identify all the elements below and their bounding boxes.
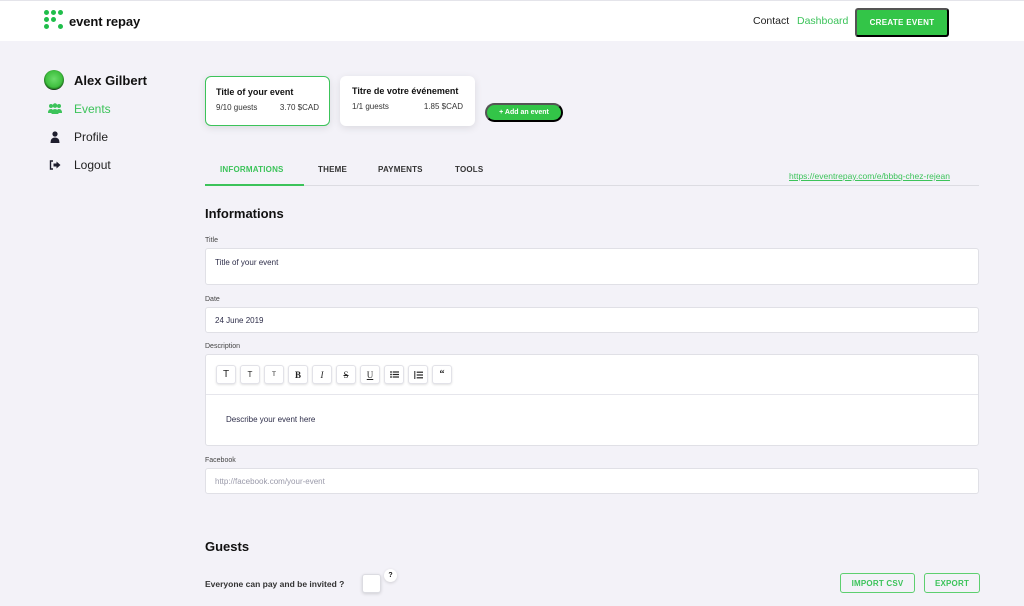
sidebar-item-events[interactable]: Events bbox=[48, 102, 111, 116]
brand-logo[interactable]: event repay bbox=[44, 10, 140, 29]
underline-button[interactable]: U bbox=[360, 365, 380, 384]
heading-medium-button[interactable]: T bbox=[240, 365, 260, 384]
active-tab-indicator bbox=[205, 184, 304, 186]
event-card-title: Titre de votre événement bbox=[352, 86, 459, 96]
bulleted-list-icon bbox=[389, 371, 399, 378]
logo-dots-icon bbox=[44, 10, 63, 29]
editor-toolbar: T T T B I S U “ bbox=[206, 355, 978, 395]
heading-small-button[interactable]: T bbox=[264, 365, 284, 384]
avatar bbox=[44, 70, 64, 90]
top-header: event repay Contact Dashboard CREATE EVE… bbox=[0, 0, 1024, 41]
event-card-amount: 3.70 $CAD bbox=[279, 103, 319, 112]
title-label: Title bbox=[205, 237, 218, 244]
sidebar-item-label: Events bbox=[74, 102, 111, 116]
create-event-button[interactable]: CREATE EVENT bbox=[855, 8, 949, 37]
quote-icon: “ bbox=[439, 369, 445, 380]
sidebar-item-logout[interactable]: Logout bbox=[48, 158, 111, 172]
export-button[interactable]: EXPORT bbox=[924, 573, 980, 593]
sign-out-icon bbox=[48, 158, 62, 172]
description-value: Describe your event here bbox=[226, 415, 316, 424]
user-name: Alex Gilbert bbox=[74, 72, 147, 88]
event-card[interactable]: Titre de votre événement 1/1 guests 1.85… bbox=[340, 76, 475, 126]
sidebar-item-label: Profile bbox=[74, 130, 109, 144]
event-card-guests: 1/1 guests bbox=[352, 102, 389, 111]
help-icon[interactable]: ? bbox=[384, 569, 397, 582]
everyone-can-pay-checkbox[interactable] bbox=[362, 574, 381, 593]
bold-button[interactable]: B bbox=[288, 365, 308, 384]
tab-tools[interactable]: TOOLS bbox=[455, 165, 483, 174]
blockquote-button[interactable]: “ bbox=[432, 365, 452, 384]
description-textarea[interactable]: Describe your event here bbox=[206, 395, 978, 444]
event-card-amount: 1.85 $CAD bbox=[423, 102, 463, 111]
italic-button[interactable]: I bbox=[312, 365, 332, 384]
facebook-input[interactable]: http://facebook.com/your-event bbox=[205, 468, 979, 494]
users-icon bbox=[48, 102, 62, 116]
sidebar-item-profile[interactable]: Profile bbox=[48, 130, 108, 144]
heading-large-button[interactable]: T bbox=[216, 365, 236, 384]
tab-payments[interactable]: PAYMENTS bbox=[378, 165, 423, 174]
numbered-list-button[interactable] bbox=[408, 365, 428, 384]
title-value: Title of your event bbox=[215, 258, 279, 267]
event-card-selected[interactable]: Title of your event 9/10 guests 3.70 $CA… bbox=[205, 76, 330, 126]
event-public-link[interactable]: https://eventrepay.com/e/bbbq-chez-rejea… bbox=[789, 171, 950, 181]
bulleted-list-button[interactable] bbox=[384, 365, 404, 384]
informations-heading: Informations bbox=[205, 206, 284, 221]
tab-informations[interactable]: INFORMATIONS bbox=[220, 165, 284, 174]
user-profile: Alex Gilbert bbox=[44, 70, 147, 90]
date-value: 24 June 2019 bbox=[215, 316, 264, 325]
tab-theme[interactable]: THEME bbox=[318, 165, 347, 174]
title-input[interactable]: Title of your event bbox=[205, 248, 979, 285]
user-icon bbox=[48, 130, 62, 144]
date-label: Date bbox=[205, 296, 220, 303]
add-event-button[interactable]: + Add an event bbox=[485, 103, 563, 122]
date-input[interactable]: 24 June 2019 bbox=[205, 307, 979, 333]
brand-name: event repay bbox=[69, 13, 141, 29]
nav-contact-link[interactable]: Contact bbox=[753, 15, 789, 27]
sidebar-item-label: Logout bbox=[74, 158, 111, 172]
everyone-can-pay-label: Everyone can pay and be invited ? bbox=[205, 579, 345, 589]
strikethrough-button[interactable]: S bbox=[336, 365, 356, 384]
description-editor: T T T B I S U “ Describe your event here bbox=[205, 354, 979, 446]
facebook-placeholder: http://facebook.com/your-event bbox=[215, 477, 325, 486]
guests-heading: Guests bbox=[205, 539, 250, 554]
event-card-guests: 9/10 guests bbox=[216, 103, 258, 112]
description-label: Description bbox=[205, 343, 241, 350]
numbered-list-icon bbox=[413, 370, 423, 379]
import-csv-button[interactable]: IMPORT CSV bbox=[840, 573, 915, 593]
event-card-title: Title of your event bbox=[216, 87, 294, 97]
nav-dashboard-link[interactable]: Dashboard bbox=[797, 15, 848, 27]
facebook-label: Facebook bbox=[205, 457, 236, 464]
